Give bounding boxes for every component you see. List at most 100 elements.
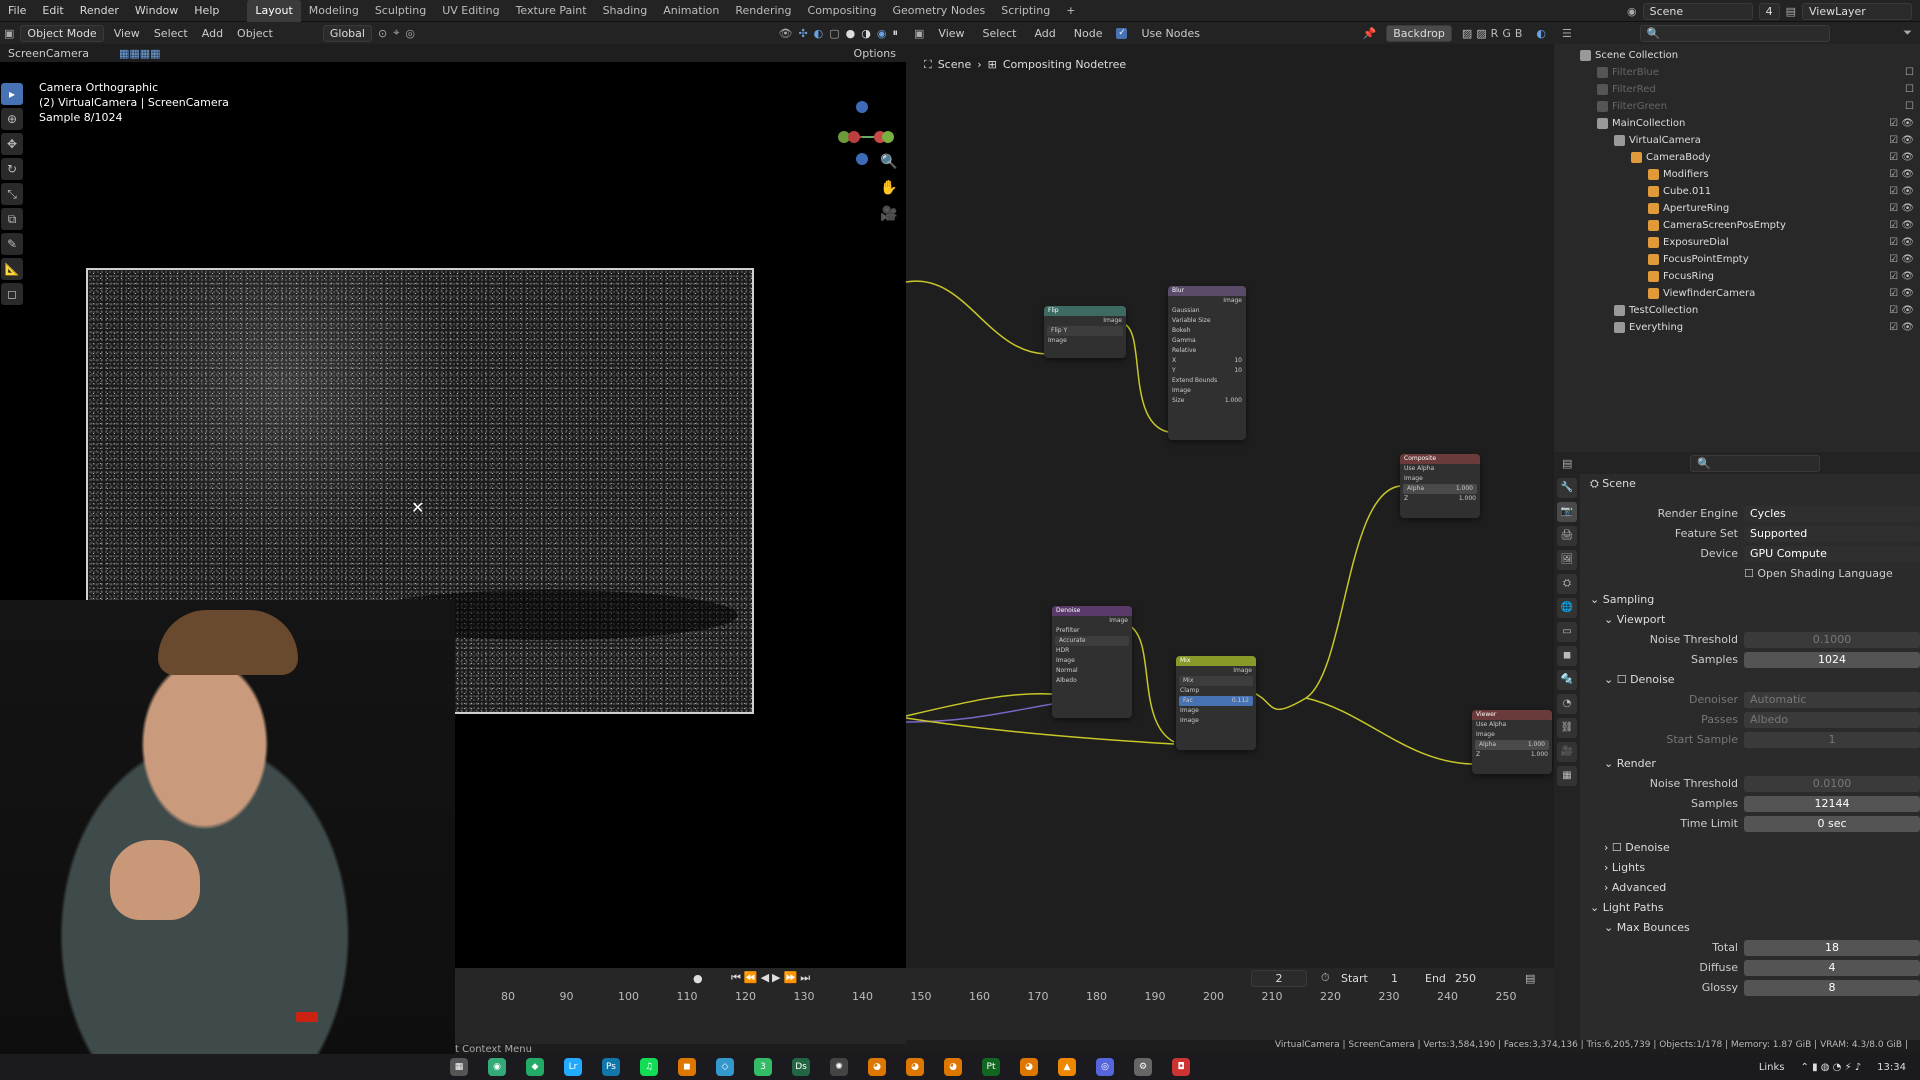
visibility-toggle-icon[interactable]: ☑ 👁 xyxy=(1889,166,1914,183)
tab-scripting[interactable]: Scripting xyxy=(993,0,1058,22)
outliner-item[interactable]: MainCollection ☑ 👁 xyxy=(1554,115,1920,132)
camera-selector[interactable]: ScreenCamera xyxy=(4,47,93,60)
gizmo-z-positive[interactable] xyxy=(856,101,868,113)
blur-node[interactable]: Blur Image Gaussian Variable Size Bokeh … xyxy=(1168,286,1246,440)
blur-relative-checkbox[interactable]: Relative xyxy=(1168,346,1246,356)
feature-set-dropdown[interactable]: Supported xyxy=(1744,526,1920,542)
camera-view-icon[interactable]: 🎥 xyxy=(880,206,897,222)
pan-hand-icon[interactable]: ✋ xyxy=(880,180,897,196)
visibility-toggle-icon[interactable]: ☐ xyxy=(1905,64,1914,81)
render-subpanel-header[interactable]: ⌄ Render xyxy=(1584,754,1920,774)
scale-tool-icon[interactable]: ⤡ xyxy=(1,183,23,205)
composite-alpha-field[interactable]: Alpha 1.000 xyxy=(1403,484,1477,494)
proportional-edit-icon[interactable]: ◎ xyxy=(405,27,415,40)
texture-tab-icon[interactable]: ▦ xyxy=(1557,766,1577,786)
outliner-item[interactable]: FilterGreen ☐ xyxy=(1554,98,1920,115)
visibility-toggle-icon[interactable]: ☑ 👁 xyxy=(1889,183,1914,200)
cursor-tool-icon[interactable]: ⊕ xyxy=(1,108,23,130)
outliner[interactable]: ☰ 🔍 ⏷ Scene Collection FilterBlue ☐ Filter… xyxy=(1554,22,1920,452)
tab-compositing[interactable]: Compositing xyxy=(800,0,885,22)
blur-size-field[interactable]: Size 1.000 xyxy=(1168,396,1246,406)
scene-tab-icon[interactable]: ⛭ xyxy=(1557,574,1577,594)
gizmo-x-negative[interactable] xyxy=(848,131,860,143)
current-frame-field[interactable]: 2 xyxy=(1251,969,1307,987)
start-sample-field[interactable]: 1 xyxy=(1744,732,1920,748)
menu-render[interactable]: Render xyxy=(72,0,127,22)
time-limit-field[interactable]: 0 sec xyxy=(1744,816,1920,832)
outliner-item[interactable]: TestCollection ☑ 👁 xyxy=(1554,302,1920,319)
viewport-subpanel-header[interactable]: ⌄ Viewport xyxy=(1584,610,1920,630)
outliner-item[interactable]: FilterBlue ☐ xyxy=(1554,64,1920,81)
record-icon[interactable]: ● xyxy=(693,972,703,985)
mix-node[interactable]: Mix Image Mix Clamp Fac 0.112 Image Image xyxy=(1176,656,1256,750)
outliner-item[interactable]: ApertureRing ☑ 👁 xyxy=(1554,200,1920,217)
taskbar-app-icon[interactable]: ◆ xyxy=(526,1058,544,1076)
scene-count[interactable]: 4 xyxy=(1758,2,1780,20)
compositor-node-editor[interactable]: ▣ View Select Add Node ✓ Use Nodes 📌 Bac… xyxy=(906,22,1554,968)
outliner-item[interactable]: FilterRed ☐ xyxy=(1554,81,1920,98)
output-tab-icon[interactable]: 🖨 xyxy=(1557,526,1577,546)
visibility-toggle-icon[interactable]: ☑ 👁 xyxy=(1889,268,1914,285)
denoiser-dropdown[interactable]: Automatic xyxy=(1744,692,1920,708)
editor-type-icon[interactable]: ▤ xyxy=(1562,457,1572,470)
tab-sculpting[interactable]: Sculpting xyxy=(367,0,434,22)
viewport-add-menu[interactable]: Add xyxy=(198,27,227,40)
gizmo-toggle-icon[interactable]: ✣ xyxy=(798,27,807,40)
editor-type-icon[interactable]: ☰ xyxy=(1562,27,1572,40)
tab-layout[interactable]: Layout xyxy=(247,0,301,22)
outliner-item[interactable]: ViewfinderCamera ☑ 👁 xyxy=(1554,285,1920,302)
taskbar-blender-icon[interactable]: ◕ xyxy=(906,1058,924,1076)
outliner-item[interactable]: CameraScreenPosEmpty ☑ 👁 xyxy=(1554,217,1920,234)
viewport-view-menu[interactable]: View xyxy=(110,27,144,40)
outliner-root[interactable]: Scene Collection xyxy=(1554,47,1920,64)
light-paths-panel-header[interactable]: ⌄ Light Paths xyxy=(1584,898,1920,918)
tool-tab-icon[interactable]: 🔧 xyxy=(1557,478,1577,498)
outliner-item[interactable]: FocusPointEmpty ☑ 👁 xyxy=(1554,251,1920,268)
viewer-alpha-field[interactable]: Alpha 1.000 xyxy=(1475,740,1549,750)
visibility-toggle-icon[interactable]: ☑ 👁 xyxy=(1889,319,1914,336)
pause-render-icon[interactable]: ⏸ xyxy=(893,26,907,40)
viewer-z-field[interactable]: Z 1.000 xyxy=(1472,750,1552,760)
properties-search-input[interactable]: 🔍 xyxy=(1690,454,1821,472)
pivot-icon[interactable]: ⊙ xyxy=(378,27,387,40)
xray-icon[interactable]: ▢ xyxy=(829,27,839,40)
taskbar-spotify-icon[interactable]: ♫ xyxy=(640,1058,658,1076)
tab-shading[interactable]: Shading xyxy=(595,0,656,22)
passes-dropdown[interactable]: Albedo xyxy=(1744,712,1920,728)
selection-mode-icon[interactable]: ▦▦▦▦ xyxy=(119,47,161,60)
taskbar-app-icon[interactable]: ◘ xyxy=(1172,1058,1190,1076)
taskbar-vlc-icon[interactable]: ▲ xyxy=(1058,1058,1076,1076)
viewer-use-alpha-checkbox[interactable]: Use Alpha xyxy=(1472,720,1552,730)
outliner-item[interactable]: CameraBody ☑ 👁 xyxy=(1554,149,1920,166)
scene-selector[interactable]: Scene xyxy=(1642,2,1753,20)
menu-help[interactable]: Help xyxy=(186,0,227,22)
taskbar-lightroom-icon[interactable]: Lr xyxy=(564,1058,582,1076)
flip-node[interactable]: Flip Image Flip Y Image xyxy=(1044,306,1126,358)
menu-window[interactable]: Window xyxy=(127,0,186,22)
zoom-icon[interactable]: 🔍 xyxy=(880,154,897,170)
diffuse-bounces-field[interactable]: 4 xyxy=(1744,960,1920,976)
tab-modeling[interactable]: Modeling xyxy=(301,0,367,22)
render-engine-dropdown[interactable]: Cycles xyxy=(1744,506,1920,522)
rotate-tool-icon[interactable]: ↻ xyxy=(1,158,23,180)
blur-x-field[interactable]: X 10 xyxy=(1168,356,1246,366)
taskbar-app-icon[interactable]: ✺ xyxy=(830,1058,848,1076)
taskbar-chrome-icon[interactable]: ◉ xyxy=(488,1058,506,1076)
collection-tab-icon[interactable]: ▭ xyxy=(1557,622,1577,642)
object-tab-icon[interactable]: ◼ xyxy=(1557,646,1577,666)
blur-extend-bounds-checkbox[interactable]: Extend Bounds xyxy=(1168,376,1246,386)
visibility-toggle-icon[interactable]: ☑ 👁 xyxy=(1889,302,1914,319)
taskbar-blender-icon[interactable]: ◕ xyxy=(868,1058,886,1076)
outliner-item[interactable]: ExposureDial ☑ 👁 xyxy=(1554,234,1920,251)
constraint-tab-icon[interactable]: ⛓ xyxy=(1557,718,1577,738)
view-layer-tab-icon[interactable]: 🖼 xyxy=(1557,550,1577,570)
taskbar-app-icon[interactable]: ◇ xyxy=(716,1058,734,1076)
taskbar-blender-icon[interactable]: ◕ xyxy=(1020,1058,1038,1076)
outliner-item[interactable]: Modifiers ☑ 👁 xyxy=(1554,166,1920,183)
tray-icons[interactable]: ⌃ ▮ ◍ ◔ ⚡ ♪ xyxy=(1801,1062,1862,1073)
tab-texture-paint[interactable]: Texture Paint xyxy=(508,0,595,22)
denoise-hdr-checkbox[interactable]: HDR xyxy=(1052,646,1132,656)
viewport-noise-field[interactable]: 0.1000 xyxy=(1744,632,1920,648)
blur-y-field[interactable]: Y 10 xyxy=(1168,366,1246,376)
editor-type-icon[interactable]: ▣ xyxy=(4,27,14,40)
